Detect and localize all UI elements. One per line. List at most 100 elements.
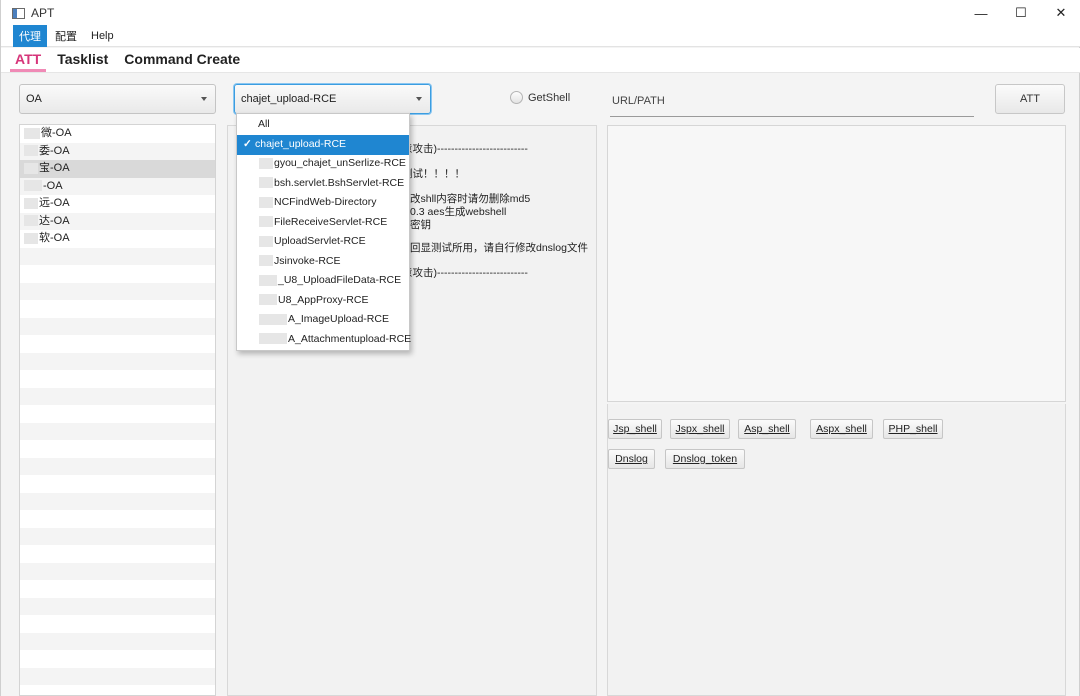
maximize-icon[interactable]: ☐ (1001, 0, 1041, 26)
redacted-text (259, 274, 277, 286)
shell-panel: Jsp_shell Jspx_shell Asp_shell Aspx_shel… (607, 404, 1066, 696)
app-window: APT — ☐ ✕ 代理 配置 Help ATT Tasklist Comman… (0, 0, 1080, 696)
list-item[interactable]: 委-OA (20, 142, 215, 160)
list-item[interactable]: 远-OA (20, 195, 215, 213)
dropdown-option[interactable]: A_ImageUpload-RCE (237, 310, 409, 330)
list-item[interactable]: 软-OA (20, 230, 215, 248)
menu-help[interactable]: Help (85, 27, 120, 45)
dropdown-option-selected[interactable]: ✓ chajet_upload-RCE (237, 135, 409, 155)
output-textarea[interactable] (607, 125, 1066, 402)
empty-row (20, 475, 215, 493)
redacted-text (259, 313, 287, 325)
empty-row (20, 510, 215, 528)
getshell-radio[interactable] (510, 91, 523, 104)
tab-command-create[interactable]: Command Create (119, 51, 245, 72)
getshell-label: GetShell (528, 92, 571, 104)
empty-row (20, 352, 215, 370)
menu-bar: 代理 配置 Help (1, 25, 1080, 47)
window-controls: — ☐ ✕ (961, 0, 1080, 26)
minimize-icon[interactable]: — (961, 0, 1001, 26)
list-item[interactable]: 宝-OA (20, 160, 215, 178)
title-bar: APT — ☐ ✕ (1, 0, 1080, 26)
dropdown-option[interactable]: U8_AppProxy-RCE (237, 291, 409, 311)
dnslog-token-button[interactable]: Dnslog_token (665, 449, 745, 469)
info-line: 回显测试所用，请自行修改dnslog文件 (410, 242, 588, 254)
dropdown-option[interactable]: bsh.servlet.BshServlet-RCE (237, 174, 409, 194)
close-icon[interactable]: ✕ (1041, 0, 1080, 26)
dropdown-option[interactable]: A_Attachmentupload-RCE (237, 330, 411, 350)
redacted-text (259, 157, 273, 169)
asp-shell-button[interactable]: Asp_shell (738, 419, 796, 439)
exploit-select-value: chajet_upload-RCE (241, 93, 337, 105)
empty-row (20, 545, 215, 563)
redacted-text (259, 235, 273, 247)
info-line: 意攻击)-------------------------- (402, 143, 528, 155)
php-shell-button[interactable]: PHP_shell (883, 419, 943, 439)
redacted-text (259, 196, 273, 208)
empty-row (20, 650, 215, 668)
empty-row (20, 422, 215, 440)
menu-proxy[interactable]: 代理 (13, 25, 47, 47)
chevron-down-icon (201, 97, 207, 101)
dropdown-option[interactable]: gyou_chajet_unSerlize-RCE (237, 154, 409, 174)
redacted-text (259, 255, 273, 267)
redacted-text (24, 145, 38, 157)
dnslog-button[interactable]: Dnslog (608, 449, 655, 469)
aspx-shell-button[interactable]: Aspx_shell (810, 419, 873, 439)
empty-row (20, 440, 215, 458)
empty-row (20, 317, 215, 335)
redacted-text (24, 180, 42, 192)
empty-row (20, 685, 215, 695)
category-select-value: OA (26, 93, 42, 105)
empty-row (20, 405, 215, 423)
list-item[interactable]: 达-OA (20, 212, 215, 230)
app-icon (12, 7, 25, 19)
redacted-text (259, 294, 277, 306)
tab-att[interactable]: ATT (10, 51, 47, 72)
chevron-down-icon (416, 97, 422, 101)
list-item[interactable]: -OA (20, 177, 215, 195)
check-icon: ✓ (243, 138, 252, 150)
empty-row (20, 335, 215, 353)
redacted-text (259, 216, 273, 228)
dropdown-option[interactable]: UploadServlet-RCE (237, 232, 409, 252)
dropdown-option[interactable]: All (237, 115, 409, 135)
exploit-dropdown-list: All ✓ chajet_upload-RCE gyou_chajet_unSer… (236, 113, 411, 351)
tab-bar: ATT Tasklist Command Create (1, 48, 1080, 73)
dropdown-option[interactable]: FileReceiveServlet-RCE (237, 213, 409, 233)
redacted-text (24, 127, 40, 139)
empty-row (20, 457, 215, 475)
dropdown-option[interactable]: NCFindWeb-Directory (237, 193, 409, 213)
empty-row (20, 615, 215, 633)
jspx-shell-button[interactable]: Jspx_shell (670, 419, 730, 439)
exploit-select[interactable]: chajet_upload-RCE (234, 84, 431, 114)
info-line: 测试！！！！ (402, 168, 465, 180)
empty-row (20, 580, 215, 598)
menu-config[interactable]: 配置 (49, 25, 83, 47)
empty-row (20, 597, 215, 615)
empty-row (20, 527, 215, 545)
att-button[interactable]: ATT (995, 84, 1065, 114)
dropdown-option[interactable]: _U8_UploadFileData-RCE (237, 271, 409, 291)
empty-row (20, 387, 215, 405)
empty-row (20, 492, 215, 510)
info-line: 密钥 (410, 219, 431, 231)
empty-row (20, 632, 215, 650)
jsp-shell-button[interactable]: Jsp_shell (608, 419, 662, 439)
list-item[interactable]: 微-OA (20, 125, 215, 143)
redacted-text (24, 162, 38, 174)
empty-row (20, 282, 215, 300)
info-line: 意攻击)-------------------------- (402, 267, 528, 279)
tab-tasklist[interactable]: Tasklist (52, 51, 113, 72)
empty-row (20, 265, 215, 283)
category-select[interactable]: OA (19, 84, 216, 114)
redacted-text (259, 333, 287, 345)
empty-row (20, 370, 215, 388)
dropdown-option[interactable]: Jsinvoke-RCE (237, 252, 409, 272)
redacted-text (24, 232, 38, 244)
redacted-text (24, 197, 38, 209)
url-path-input[interactable]: URL/PATH (610, 86, 974, 117)
empty-row (20, 562, 215, 580)
target-list: 微-OA 委-OA 宝-OA -OA 远-OA 达-OA 软-OA (19, 124, 216, 696)
empty-row (20, 667, 215, 685)
